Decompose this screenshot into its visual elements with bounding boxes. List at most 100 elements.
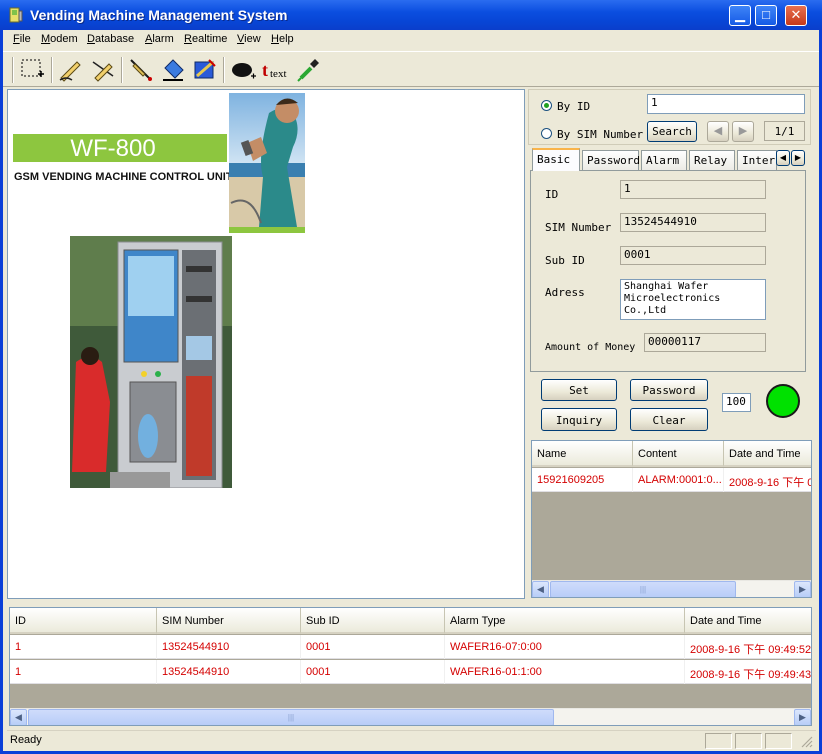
address-line: Co.,Ltd [624,305,667,316]
message-list-header: Name Content Date and Time [532,441,811,467]
gradient-fill-icon[interactable] [191,56,219,84]
text-tool-icon[interactable]: t text [261,56,289,84]
menu-modem[interactable]: Modem [41,33,78,45]
status-bar: Ready [7,730,816,750]
alarm-list-hscrollbar[interactable]: ◀ ||| ▶ [10,708,811,725]
column-header-alarm-type[interactable]: Alarm Type [445,608,685,634]
status-text: Ready [10,734,42,746]
clear-button[interactable]: Clear [630,408,708,431]
menu-view[interactable]: View [237,33,261,45]
connection-status-indicator [766,384,800,418]
set-button[interactable]: Set [541,379,617,401]
inquiry-button[interactable]: Inquiry [541,408,617,431]
next-page-button[interactable]: ▶ [732,121,754,142]
scroll-right-button[interactable]: ▶ [794,581,811,597]
amount-label: Amount of Money [545,342,636,353]
search-button[interactable]: Search [647,121,697,142]
alarm-list-header: ID SIM Number Sub ID Alarm Type Date and… [10,608,811,634]
maximize-icon: □ [762,7,770,22]
by-sim-radio[interactable] [541,128,552,139]
chevron-right-icon: ▶ [799,584,806,594]
column-header-id[interactable]: ID [10,608,157,634]
column-header-sim-number[interactable]: SIM Number [157,608,301,634]
table-row[interactable]: 1 13524544910 0001 WAFER16-01:1:00 2008-… [10,660,811,684]
chevron-right-icon: ▶ [738,125,748,137]
amount-field[interactable]: 00000117 [644,333,766,352]
scroll-thumb[interactable]: ||| [28,709,554,725]
vending-machine-photo [70,236,232,488]
prev-page-button[interactable]: ◀ [707,121,729,142]
column-header-date[interactable]: Date and Time [724,441,811,467]
title-bar[interactable]: Vending Machine Management System ▁ □ ✕ [0,0,822,30]
eyedropper-icon[interactable] [293,56,321,84]
chevron-left-icon: ◀ [537,584,544,594]
column-header-name[interactable]: Name [532,441,633,467]
tab-scroll-right[interactable]: ▶ [791,150,805,166]
scroll-right-button[interactable]: ▶ [794,709,811,725]
sim-number-field[interactable]: 13524544910 [620,213,766,232]
password-button[interactable]: Password [630,379,708,401]
sub-id-field[interactable]: 0001 [620,246,766,265]
status-pane [765,733,792,749]
paint-bucket-icon[interactable] [159,56,187,84]
scroll-left-button[interactable]: ◀ [10,709,27,725]
detail-tabs: Basic Password Alarm Relay Inter: ◀ ▶ [530,148,805,171]
menu-help[interactable]: Help [271,33,294,45]
id-field[interactable]: 1 [620,180,766,199]
column-header-sub-id[interactable]: Sub ID [301,608,445,634]
maximize-button[interactable]: □ [755,5,777,26]
address-line: Shanghai Wafer [624,281,709,292]
message-list-hscrollbar[interactable]: ◀ ||| ▶ [532,580,811,597]
by-id-label: By ID [557,100,591,113]
table-cell: 13524544910 [157,660,301,684]
chevron-left-icon: ◀ [713,125,723,137]
close-button[interactable]: ✕ [785,5,807,26]
tab-relay[interactable]: Relay [689,150,735,170]
table-row[interactable]: 1 13524544910 0001 WAFER16-07:0:00 2008-… [10,635,811,659]
scroll-left-button[interactable]: ◀ [532,581,549,597]
table-cell: 1 [10,660,157,684]
status-pane [735,733,762,749]
pen-icon[interactable] [57,56,85,84]
menu-realtime[interactable]: Realtime [184,33,227,45]
ellipse-icon[interactable] [229,56,257,84]
app-icon [9,7,23,23]
resize-grip-icon[interactable] [801,736,813,748]
tab-password[interactable]: Password [582,150,640,170]
tab-basic[interactable]: Basic [532,148,580,171]
id-label: ID [545,188,559,201]
scroll-thumb[interactable]: ||| [550,581,736,597]
address-field[interactable]: Shanghai Wafer Microelectronics Co.,Ltd [620,279,766,320]
minimize-button[interactable]: ▁ [729,5,751,26]
chevron-left-icon: ◀ [779,153,787,162]
select-region-icon[interactable] [19,56,47,84]
table-cell: 2008-9-16 下午 09:49:43 [685,660,811,684]
address-label: Adress [545,286,585,299]
interval-input[interactable]: 100 [722,393,751,412]
table-row[interactable]: 15921609205 ALARM:0001:0... 2008-9-16 下午… [532,468,811,492]
search-input[interactable]: 1 [647,94,805,114]
menu-alarm[interactable]: Alarm [145,33,174,45]
menu-bar: File Modem Database Alarm Realtime View … [3,30,819,50]
message-list[interactable]: Name Content Date and Time 15921609205 A… [531,440,812,598]
toolbar: t text [3,51,819,87]
tab-alarm[interactable]: Alarm [641,150,687,170]
menu-file[interactable]: File [13,33,31,45]
pencil-icon[interactable] [127,56,155,84]
erase-line-icon[interactable] [89,56,117,84]
table-cell: 15921609205 [532,468,633,492]
promo-photo [229,93,305,233]
column-header-date-time[interactable]: Date and Time [685,608,811,634]
address-line: Microelectronics [624,293,721,304]
column-header-content[interactable]: Content [633,441,724,467]
table-cell: WAFER16-01:1:00 [445,660,685,684]
alarm-list[interactable]: ID SIM Number Sub ID Alarm Type Date and… [9,607,812,726]
table-cell: 0001 [301,635,445,659]
close-icon: ✕ [790,7,802,22]
tab-interval[interactable]: Inter: [737,150,782,170]
sub-id-label: Sub ID [545,254,585,267]
menu-database[interactable]: Database [87,33,134,45]
by-id-radio[interactable] [541,100,552,111]
tab-scroll-left[interactable]: ◀ [776,150,790,166]
product-banner: WF-800 [13,134,227,162]
